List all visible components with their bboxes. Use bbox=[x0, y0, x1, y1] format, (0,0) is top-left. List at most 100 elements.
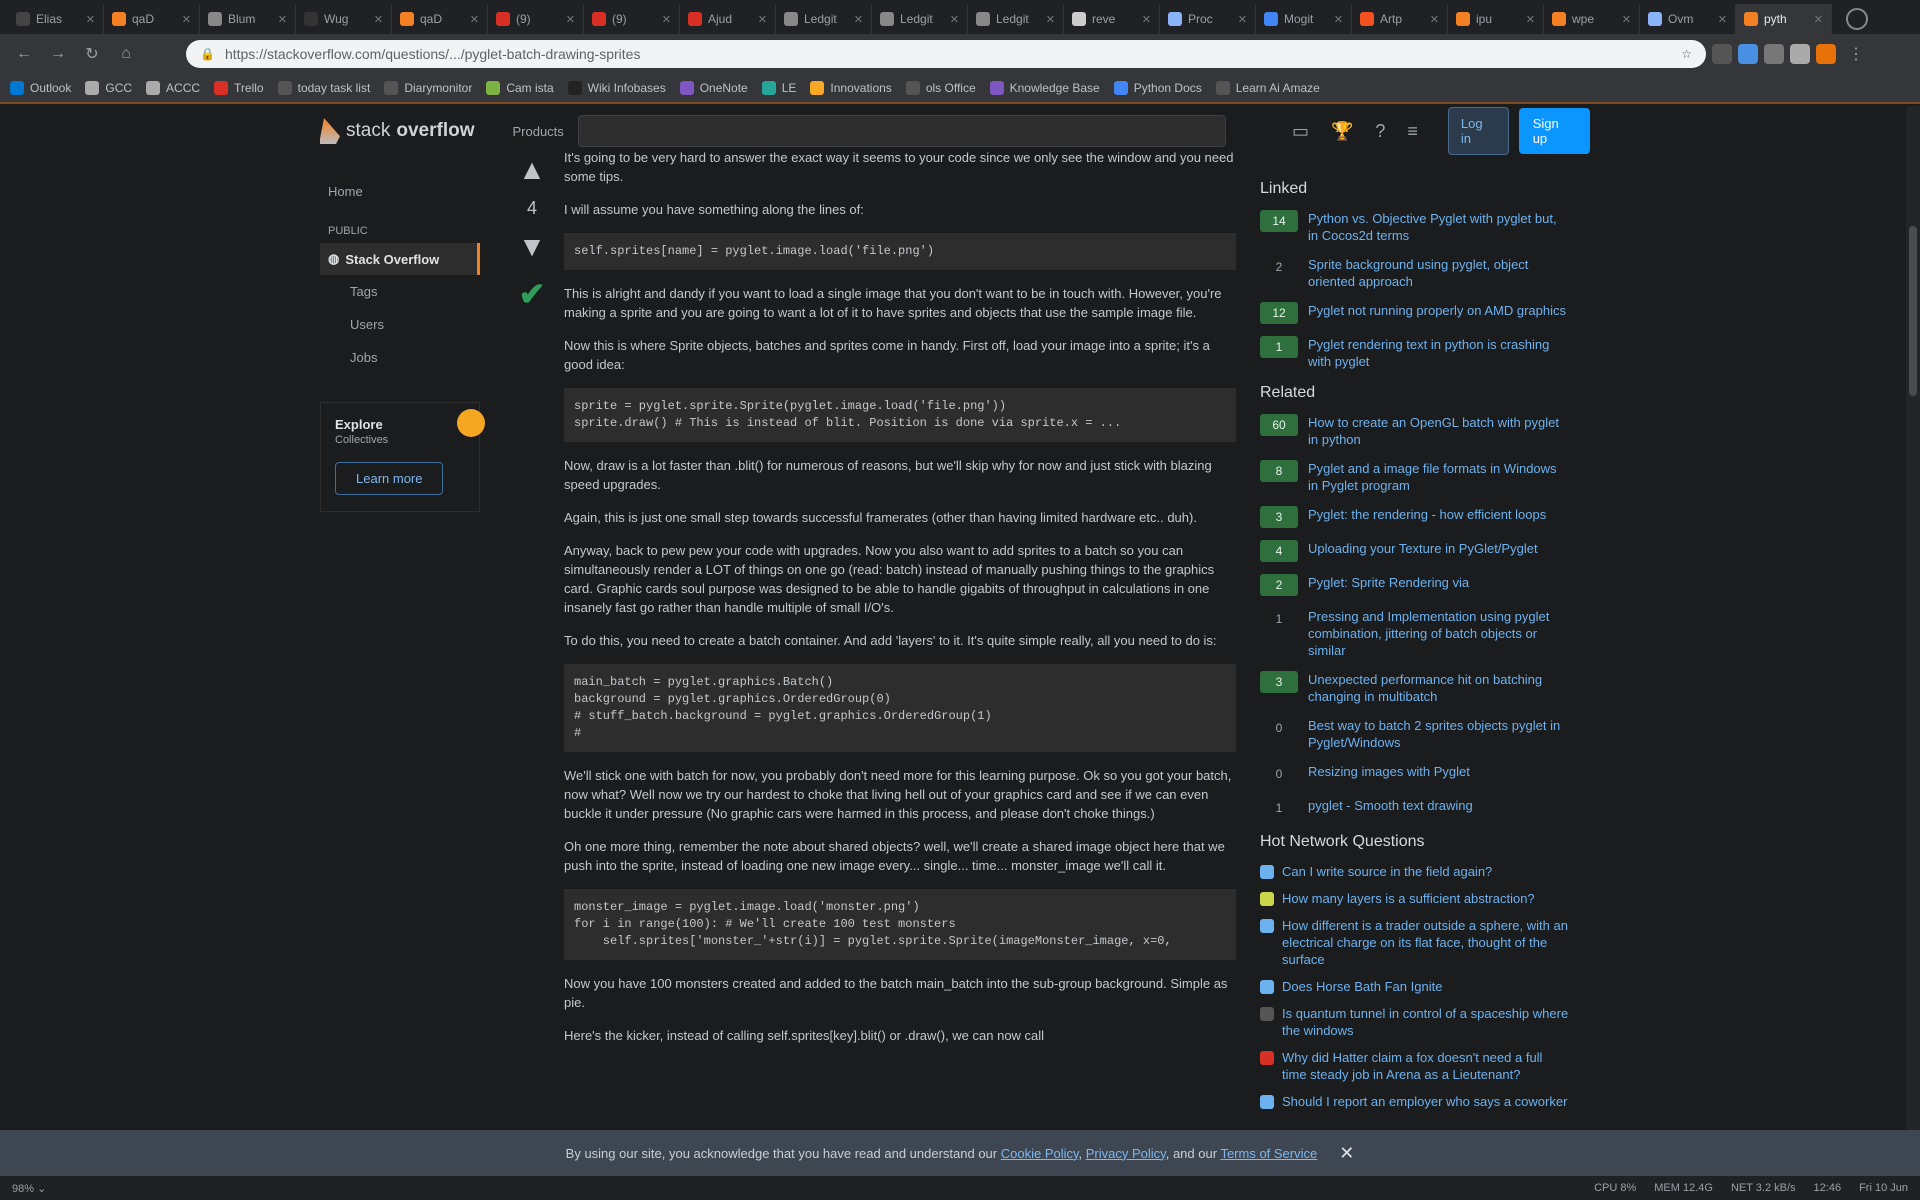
question-link-row[interactable]: 1 Pyglet rendering text in python is cras… bbox=[1260, 336, 1570, 370]
browser-tab[interactable]: (9) ✕ bbox=[584, 4, 680, 34]
question-link-row[interactable]: 1 Pressing and Implementation using pygle… bbox=[1260, 608, 1570, 659]
browser-tab[interactable]: Blum ✕ bbox=[200, 4, 296, 34]
upvote-icon[interactable]: ▲ bbox=[518, 154, 546, 186]
inbox-icon[interactable]: ▭ bbox=[1292, 121, 1309, 142]
question-title-link[interactable]: Pyglet not running properly on AMD graph… bbox=[1308, 302, 1566, 319]
page-scrollbar[interactable] bbox=[1906, 106, 1920, 1130]
terms-link[interactable]: Terms of Service bbox=[1220, 1146, 1317, 1161]
hot-question-link[interactable]: How many layers is a sufficient abstract… bbox=[1282, 890, 1535, 907]
browser-tab[interactable]: Ajud ✕ bbox=[680, 4, 776, 34]
tab-close-icon[interactable]: ✕ bbox=[1046, 13, 1055, 26]
browser-tab[interactable]: Wug ✕ bbox=[296, 4, 392, 34]
browser-tab[interactable]: Proc ✕ bbox=[1160, 4, 1256, 34]
tab-close-icon[interactable]: ✕ bbox=[662, 13, 671, 26]
tab-close-icon[interactable]: ✕ bbox=[1718, 13, 1727, 26]
hot-question-row[interactable]: Why did Hatter claim a fox doesn't need … bbox=[1260, 1049, 1570, 1083]
question-link-row[interactable]: 3 Unexpected performance hit on batching … bbox=[1260, 671, 1570, 705]
browser-tab[interactable]: pyth ✕ bbox=[1736, 4, 1832, 34]
home-icon[interactable]: ⌂ bbox=[112, 40, 140, 68]
browser-tab[interactable]: Artp ✕ bbox=[1352, 4, 1448, 34]
hot-question-row[interactable]: How many layers is a sufficient abstract… bbox=[1260, 890, 1570, 907]
browser-tab[interactable]: Mogit ✕ bbox=[1256, 4, 1352, 34]
browser-tab[interactable]: Ledgit ✕ bbox=[776, 4, 872, 34]
question-link-row[interactable]: 0 Best way to batch 2 sprites objects pyg… bbox=[1260, 717, 1570, 751]
privacy-policy-link[interactable]: Privacy Policy bbox=[1086, 1146, 1166, 1161]
hot-question-link[interactable]: How different is a trader outside a sphe… bbox=[1282, 917, 1570, 968]
question-title-link[interactable]: Sprite background using pyglet, object o… bbox=[1308, 256, 1570, 290]
learn-more-button[interactable]: Learn more bbox=[335, 462, 444, 495]
tab-close-icon[interactable]: ✕ bbox=[1526, 13, 1535, 26]
question-title-link[interactable]: Resizing images with Pyglet bbox=[1308, 763, 1470, 780]
question-link-row[interactable]: 12 Pyglet not running properly on AMD gra… bbox=[1260, 302, 1570, 324]
help-icon[interactable]: ? bbox=[1375, 121, 1385, 142]
bookmark-item[interactable]: Trello bbox=[214, 81, 264, 95]
question-title-link[interactable]: Uploading your Texture in PyGlet/Pyglet bbox=[1308, 540, 1538, 557]
nav-users[interactable]: Users bbox=[320, 308, 480, 341]
question-title-link[interactable]: pyglet - Smooth text drawing bbox=[1308, 797, 1473, 814]
tab-close-icon[interactable]: ✕ bbox=[1238, 13, 1247, 26]
question-link-row[interactable]: 14 Python vs. Objective Pyglet with pygle… bbox=[1260, 210, 1570, 244]
extension-icon[interactable] bbox=[1816, 44, 1836, 64]
extension-icon[interactable] bbox=[1712, 44, 1732, 64]
hot-question-row[interactable]: Can I write source in the field again? bbox=[1260, 863, 1570, 880]
browser-tab[interactable]: qaD ✕ bbox=[104, 4, 200, 34]
nav-home[interactable]: Home bbox=[320, 176, 480, 207]
search-input[interactable] bbox=[577, 115, 1226, 147]
bookmark-item[interactable]: Learn Ai Amaze bbox=[1215, 81, 1320, 95]
question-link-row[interactable]: 4 Uploading your Texture in PyGlet/Pyglet bbox=[1260, 540, 1570, 562]
tab-close-icon[interactable]: ✕ bbox=[758, 13, 767, 26]
hot-question-link[interactable]: Should I report an employer who says a c… bbox=[1282, 1093, 1567, 1110]
bookmark-item[interactable]: today task list bbox=[277, 81, 370, 95]
nav-tags[interactable]: Tags bbox=[320, 275, 480, 308]
nav-jobs[interactable]: Jobs bbox=[320, 341, 480, 374]
tab-close-icon[interactable]: ✕ bbox=[566, 13, 575, 26]
tab-close-icon[interactable]: ✕ bbox=[1430, 13, 1439, 26]
bookmark-item[interactable]: Python Docs bbox=[1113, 81, 1202, 95]
hot-question-link[interactable]: Can I write source in the field again? bbox=[1282, 863, 1492, 880]
question-title-link[interactable]: Pyglet and a image file formats in Windo… bbox=[1308, 460, 1570, 494]
bookmark-item[interactable]: ACCC bbox=[146, 81, 200, 95]
tab-close-icon[interactable]: ✕ bbox=[1814, 13, 1823, 26]
hot-question-link[interactable]: Is quantum tunnel in control of a spaces… bbox=[1282, 1005, 1570, 1039]
forward-icon[interactable]: → bbox=[44, 40, 72, 68]
question-link-row[interactable]: 1 pyglet - Smooth text drawing bbox=[1260, 797, 1570, 819]
browser-tab[interactable]: Elias ✕ bbox=[8, 4, 104, 34]
tab-close-icon[interactable]: ✕ bbox=[374, 13, 383, 26]
bookmark-item[interactable]: Innovations bbox=[810, 81, 892, 95]
hot-question-row[interactable]: How different is a trader outside a sphe… bbox=[1260, 917, 1570, 968]
login-button[interactable]: Log in bbox=[1447, 107, 1509, 155]
tab-close-icon[interactable]: ✕ bbox=[854, 13, 863, 26]
bookmark-item[interactable]: Diarymonitor bbox=[384, 81, 472, 95]
bookmark-item[interactable]: LE bbox=[761, 81, 796, 95]
question-title-link[interactable]: Pyglet: Sprite Rendering via bbox=[1308, 574, 1469, 591]
browser-tab[interactable]: Ledgit ✕ bbox=[968, 4, 1064, 34]
bookmark-item[interactable]: Wiki Infobases bbox=[567, 81, 666, 95]
question-link-row[interactable]: 8 Pyglet and a image file formats in Wind… bbox=[1260, 460, 1570, 494]
hot-question-link[interactable]: Does Horse Bath Fan Ignite bbox=[1282, 978, 1442, 995]
browser-tab[interactable]: ipu ✕ bbox=[1448, 4, 1544, 34]
question-title-link[interactable]: Best way to batch 2 sprites objects pygl… bbox=[1308, 717, 1570, 751]
extension-icon[interactable] bbox=[1790, 44, 1810, 64]
tab-close-icon[interactable]: ✕ bbox=[950, 13, 959, 26]
browser-tab[interactable]: qaD ✕ bbox=[392, 4, 488, 34]
tab-close-icon[interactable]: ✕ bbox=[1334, 13, 1343, 26]
browser-tab[interactable]: Ledgit ✕ bbox=[872, 4, 968, 34]
question-link-row[interactable]: 3 Pyglet: the rendering - how efficient l… bbox=[1260, 506, 1570, 528]
cookie-policy-link[interactable]: Cookie Policy bbox=[1001, 1146, 1079, 1161]
browser-tab[interactable]: reve ✕ bbox=[1064, 4, 1160, 34]
hot-question-link[interactable]: Why did Hatter claim a fox doesn't need … bbox=[1282, 1049, 1570, 1083]
back-icon[interactable]: ← bbox=[10, 40, 38, 68]
browser-tab[interactable]: wpe ✕ bbox=[1544, 4, 1640, 34]
hot-question-row[interactable]: Is quantum tunnel in control of a spaces… bbox=[1260, 1005, 1570, 1039]
question-title-link[interactable]: Pyglet rendering text in python is crash… bbox=[1308, 336, 1570, 370]
scroll-thumb[interactable] bbox=[1909, 226, 1917, 396]
extension-icon[interactable] bbox=[1738, 44, 1758, 64]
question-link-row[interactable]: 0 Resizing images with Pyglet bbox=[1260, 763, 1570, 785]
nav-questions[interactable]: ◍ Stack Overflow bbox=[320, 243, 480, 275]
question-link-row[interactable]: 60 How to create an OpenGL batch with pyg… bbox=[1260, 414, 1570, 448]
achievements-icon[interactable]: 🏆 bbox=[1331, 121, 1353, 142]
tab-close-icon[interactable]: ✕ bbox=[278, 13, 287, 26]
question-title-link[interactable]: Unexpected performance hit on batching c… bbox=[1308, 671, 1570, 705]
question-title-link[interactable]: Pyglet: the rendering - how efficient lo… bbox=[1308, 506, 1546, 523]
question-link-row[interactable]: 2 Sprite background using pyglet, object … bbox=[1260, 256, 1570, 290]
